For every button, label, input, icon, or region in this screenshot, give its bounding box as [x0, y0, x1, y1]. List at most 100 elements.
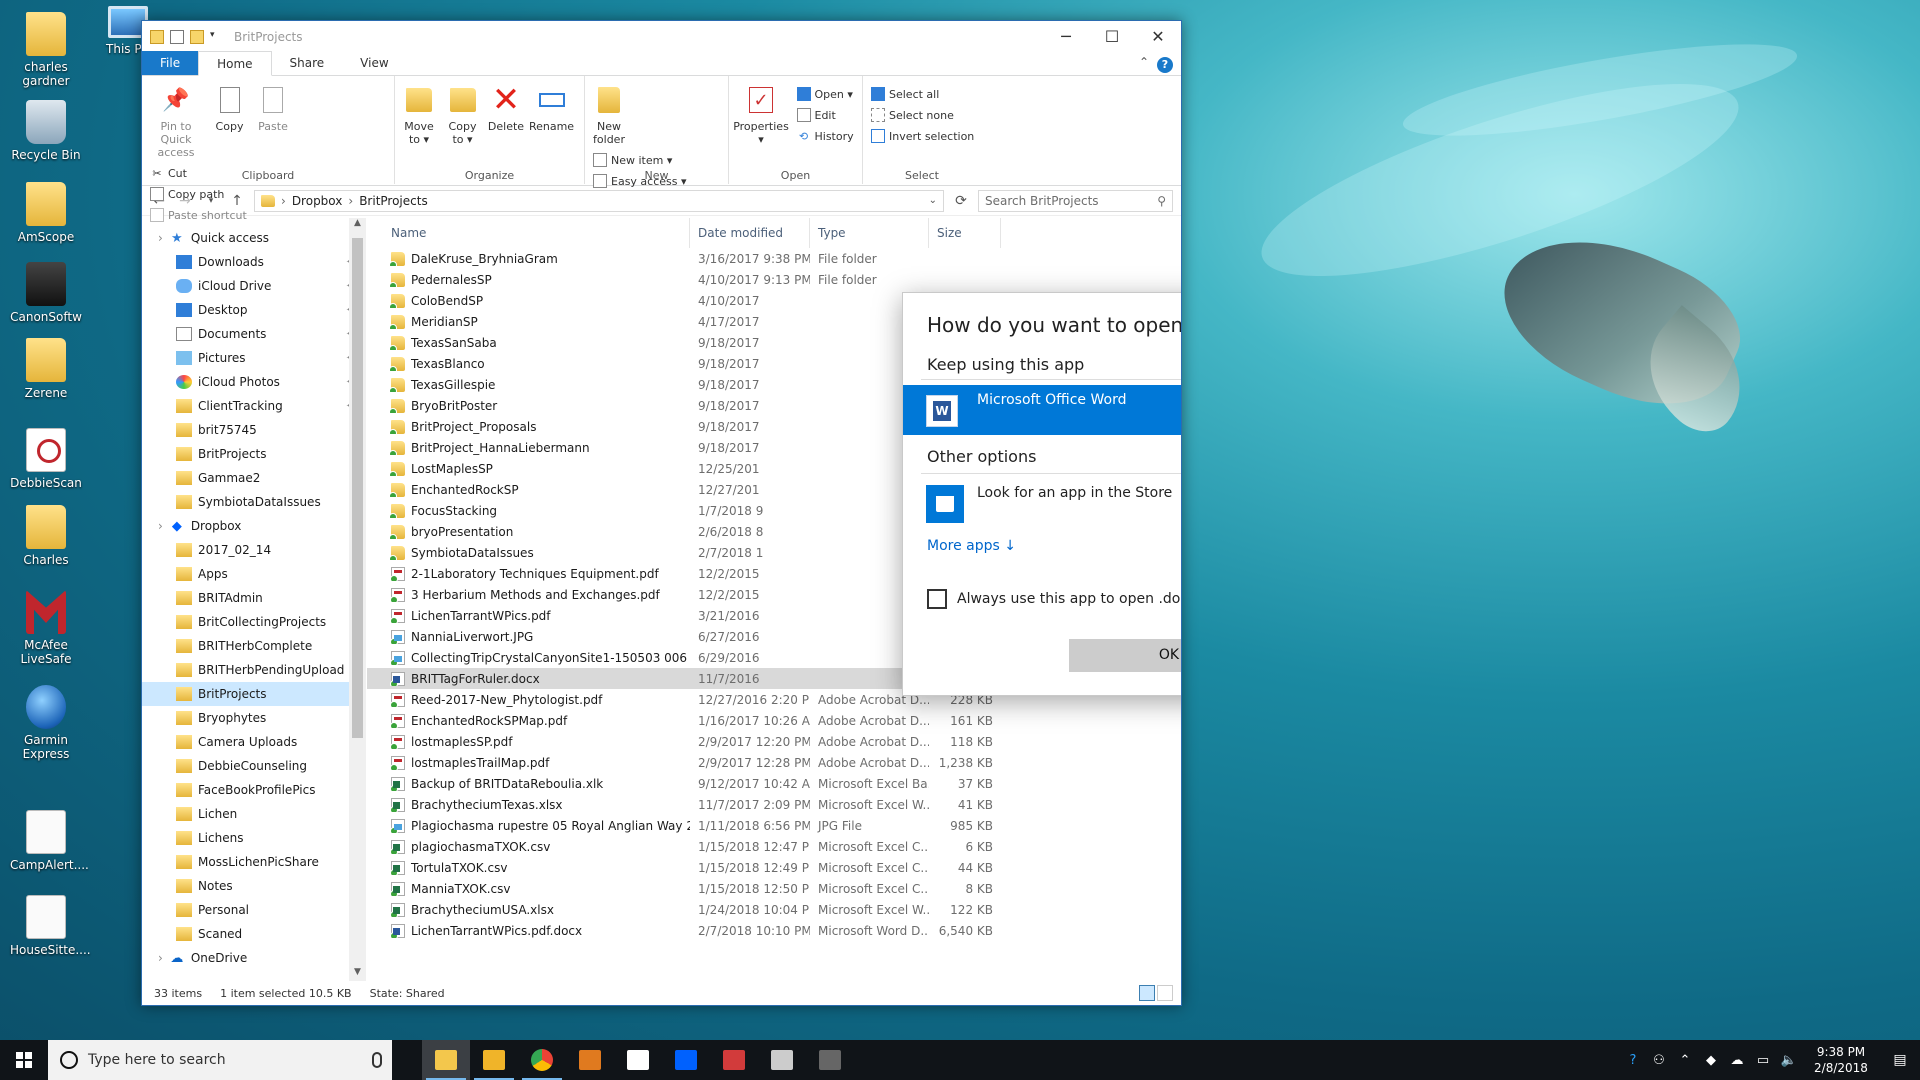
nav-item[interactable]: Apps: [142, 562, 366, 586]
nav-item[interactable]: DebbieCounseling: [142, 754, 366, 778]
network-icon[interactable]: ▭: [1750, 1053, 1776, 1068]
open-button[interactable]: Open ▾: [796, 86, 854, 102]
tab-file[interactable]: File: [142, 51, 199, 75]
maximize-button[interactable]: ☐: [1089, 21, 1135, 52]
nav-scrollbar[interactable]: ▲ ▼: [349, 218, 366, 981]
copy-button[interactable]: Copy: [210, 84, 250, 133]
taskbar-app-button[interactable]: [518, 1040, 566, 1080]
taskbar-app-button[interactable]: [422, 1040, 470, 1080]
scroll-thumb[interactable]: [352, 238, 363, 738]
taskbar-app-button[interactable]: [662, 1040, 710, 1080]
nav-item[interactable]: BritProjects: [142, 682, 366, 706]
properties-icon[interactable]: [170, 29, 184, 44]
file-row[interactable]: BrachytheciumTexas.xlsx 11/7/2017 2:09 PM…: [367, 794, 1181, 815]
volume-icon[interactable]: 🔈: [1776, 1053, 1802, 1068]
nav-item[interactable]: BRITHerbComplete: [142, 634, 366, 658]
breadcrumb-britprojects[interactable]: BritProjects: [359, 194, 428, 208]
taskbar-app-button[interactable]: [566, 1040, 614, 1080]
tab-view[interactable]: View: [342, 51, 406, 75]
chevron-right-icon[interactable]: ›: [158, 519, 163, 533]
nav-item[interactable]: Personal: [142, 898, 366, 922]
nav-item[interactable]: BritCollectingProjects: [142, 610, 366, 634]
nav-item[interactable]: iCloud Photos✦: [142, 370, 366, 394]
dropbox-tray-icon[interactable]: ◆: [1698, 1053, 1724, 1068]
chevron-right-icon[interactable]: ›: [158, 951, 163, 965]
nav-item[interactable]: 2017_02_14: [142, 538, 366, 562]
edit-button[interactable]: Edit: [796, 107, 854, 123]
onedrive-icon[interactable]: ☁: [1724, 1053, 1750, 1068]
nav-item[interactable]: Camera Uploads: [142, 730, 366, 754]
nav-item[interactable]: › ◆ Dropbox: [142, 514, 366, 538]
column-type[interactable]: Type: [810, 218, 929, 248]
nav-item[interactable]: Downloads✦: [142, 250, 366, 274]
always-use-checkbox[interactable]: Always use this app to open .docx files: [927, 589, 1181, 609]
app-option-store[interactable]: Look for an app in the Store: [903, 477, 1181, 527]
notification-icon[interactable]: ▤: [1880, 1052, 1920, 1068]
file-row[interactable]: lostmaplesTrailMap.pdf 2/9/2017 12:28 PM A…: [367, 752, 1181, 773]
file-row[interactable]: Backup of BRITDataReboulia.xlk 9/12/2017 …: [367, 773, 1181, 794]
chevron-down-icon[interactable]: ▾: [210, 30, 224, 44]
nav-item[interactable]: BritProjects: [142, 442, 366, 466]
column-date-modified[interactable]: Date modified: [690, 218, 810, 248]
desktop-icon[interactable]: Recycle Bin: [10, 100, 82, 162]
help-icon[interactable]: ?: [1157, 57, 1173, 73]
taskbar-app-button[interactable]: [614, 1040, 662, 1080]
taskbar-app-button[interactable]: [758, 1040, 806, 1080]
nav-item[interactable]: Documents✦: [142, 322, 366, 346]
chevron-up-icon[interactable]: ⌃: [1139, 55, 1149, 69]
nav-item[interactable]: BRITAdmin: [142, 586, 366, 610]
desktop-icon[interactable]: HouseSitte....: [10, 895, 91, 957]
desktop-icon[interactable]: DebbieScan: [10, 428, 82, 490]
microphone-icon[interactable]: [372, 1052, 382, 1068]
nav-item[interactable]: ClientTracking✦: [142, 394, 366, 418]
delete-button[interactable]: ✕ Delete: [486, 83, 526, 133]
column-name[interactable]: Name: [383, 218, 690, 248]
chevron-up-icon[interactable]: ⌃: [1672, 1053, 1698, 1068]
file-row[interactable]: Plagiochasma rupestre 05 Royal Anglian W…: [367, 815, 1181, 836]
select-none-button[interactable]: Select none: [871, 107, 974, 123]
nav-item[interactable]: › ☁ OneDrive: [142, 946, 366, 970]
copy-path-button[interactable]: Copy path: [150, 186, 247, 202]
checkbox-icon[interactable]: [927, 589, 947, 609]
chevron-down-icon[interactable]: ⌄: [929, 195, 937, 206]
more-apps-link[interactable]: More apps ↓: [927, 538, 1016, 554]
taskbar-app-button[interactable]: [710, 1040, 758, 1080]
file-row[interactable]: plagiochasmaTXOK.csv 1/15/2018 12:47 PM Mi…: [367, 836, 1181, 857]
nav-item[interactable]: SymbiotaDataIssues: [142, 490, 366, 514]
desktop-icon[interactable]: CampAlert....: [10, 810, 89, 872]
paste-button[interactable]: Paste: [253, 84, 293, 133]
desktop-icon[interactable]: CanonSoftw: [10, 262, 82, 324]
tab-home[interactable]: Home: [198, 51, 272, 76]
nav-item[interactable]: BRITHerbPendingUpload: [142, 658, 366, 682]
taskbar-app-button[interactable]: [470, 1040, 518, 1080]
nav-item[interactable]: › ★ Quick access: [142, 226, 366, 250]
select-all-button[interactable]: Select all: [871, 86, 974, 102]
history-button[interactable]: ⟲ History: [797, 128, 854, 144]
people-icon[interactable]: ⚇: [1646, 1053, 1672, 1068]
large-icons-view-icon[interactable]: [1157, 985, 1173, 1001]
desktop-icon[interactable]: Charles: [10, 505, 82, 567]
desktop-icon[interactable]: McAfee LiveSafe: [10, 590, 82, 666]
file-row[interactable]: PedernalesSP 4/10/2017 9:13 PM File folder: [367, 269, 1181, 290]
clock[interactable]: 9:38 PM 2/8/2018: [1802, 1044, 1880, 1076]
minimize-button[interactable]: ─: [1043, 21, 1089, 52]
rename-button[interactable]: Rename: [529, 84, 574, 133]
invert-selection-button[interactable]: Invert selection: [871, 128, 974, 144]
new-folder-icon[interactable]: [190, 29, 204, 44]
nav-item[interactable]: Pictures✦: [142, 346, 366, 370]
details-view-icon[interactable]: [1139, 985, 1155, 1001]
nav-item[interactable]: iCloud Drive✦: [142, 274, 366, 298]
pin-quick-access-button[interactable]: 📌 Pin to Quick access: [146, 84, 206, 159]
close-button[interactable]: ✕: [1135, 21, 1181, 52]
tab-share[interactable]: Share: [272, 51, 343, 75]
scroll-up-icon[interactable]: ▲: [349, 218, 366, 235]
desktop-icon[interactable]: charles gardner: [10, 12, 82, 88]
nav-item[interactable]: MossLichenPicShare: [142, 850, 366, 874]
nav-item[interactable]: Lichen: [142, 802, 366, 826]
nav-item[interactable]: Bryophytes: [142, 706, 366, 730]
file-row[interactable]: ManniaTXOK.csv 1/15/2018 12:50 PM Microsof…: [367, 878, 1181, 899]
file-row[interactable]: BrachytheciumUSA.xlsx 1/24/2018 10:04 PM M…: [367, 899, 1181, 920]
file-row[interactable]: DaleKruse_BryhniaGram 3/16/2017 9:38 PM Fi…: [367, 248, 1181, 269]
chevron-right-icon[interactable]: ›: [158, 231, 163, 245]
app-option-word[interactable]: W Microsoft Office Word: [903, 385, 1181, 435]
